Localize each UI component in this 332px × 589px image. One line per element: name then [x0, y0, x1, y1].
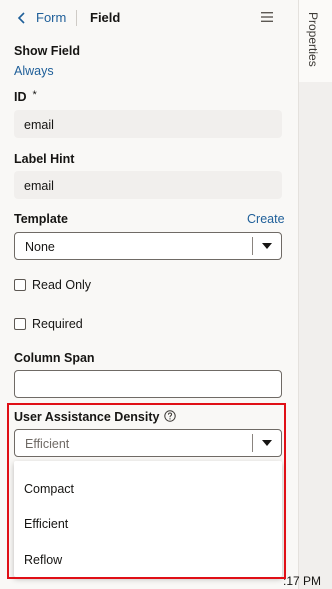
label-hint-label: Label Hint	[14, 152, 75, 166]
required-mark: *	[32, 89, 37, 101]
panel-title: Field	[90, 10, 121, 25]
back-label: Form	[36, 10, 67, 25]
required-label: Required	[32, 317, 83, 331]
id-field[interactable]: email	[14, 110, 282, 138]
label-hint-field[interactable]: email	[14, 171, 282, 199]
taskbar-clock: :17 PM	[283, 574, 322, 588]
user-assistance-density-select[interactable]: Efficient	[14, 429, 282, 457]
required-checkbox-box[interactable]	[14, 318, 26, 330]
user-assistance-density-value: Efficient	[25, 437, 70, 451]
user-assistance-density-label: User Assistance Density	[14, 410, 177, 424]
column-span-input[interactable]	[14, 370, 282, 398]
caret-down-icon	[262, 243, 272, 249]
dropdown-option-efficient[interactable]: Efficient	[24, 517, 68, 531]
show-field-value-link[interactable]: Always	[14, 64, 54, 78]
select-divider	[252, 434, 253, 452]
show-field-label: Show Field	[14, 44, 80, 58]
template-select-value: None	[25, 240, 55, 254]
select-divider	[252, 237, 253, 255]
user-assistance-density-label-text: User Assistance Density	[14, 410, 160, 424]
back-button[interactable]: Form	[14, 9, 66, 27]
hamburger-menu-icon[interactable]	[260, 10, 274, 24]
read-only-checkbox-box[interactable]	[14, 279, 26, 291]
caret-down-icon	[262, 440, 272, 446]
id-label: ID *	[14, 89, 37, 104]
header-divider	[76, 10, 77, 26]
column-span-label: Column Span	[14, 351, 95, 365]
panel-header: Form Field	[0, 0, 298, 36]
id-label-text: ID	[14, 90, 27, 104]
properties-tab-label: Properties	[306, 12, 320, 67]
density-dropdown-list: Compact Efficient Reflow	[14, 461, 282, 577]
template-select[interactable]: None	[14, 232, 282, 260]
required-checkbox[interactable]: Required	[14, 317, 83, 331]
dropdown-option-compact[interactable]: Compact	[24, 482, 74, 496]
template-label: Template	[14, 212, 68, 226]
right-sidebar	[298, 0, 332, 589]
read-only-label: Read Only	[32, 278, 92, 292]
help-icon[interactable]	[164, 410, 177, 422]
dropdown-option-reflow[interactable]: Reflow	[24, 553, 62, 567]
template-create-link[interactable]: Create	[247, 212, 285, 226]
properties-panel: Form Field Show Field Always ID * email L…	[0, 0, 298, 589]
chevron-left-icon	[17, 12, 25, 24]
read-only-checkbox[interactable]: Read Only	[14, 278, 91, 292]
